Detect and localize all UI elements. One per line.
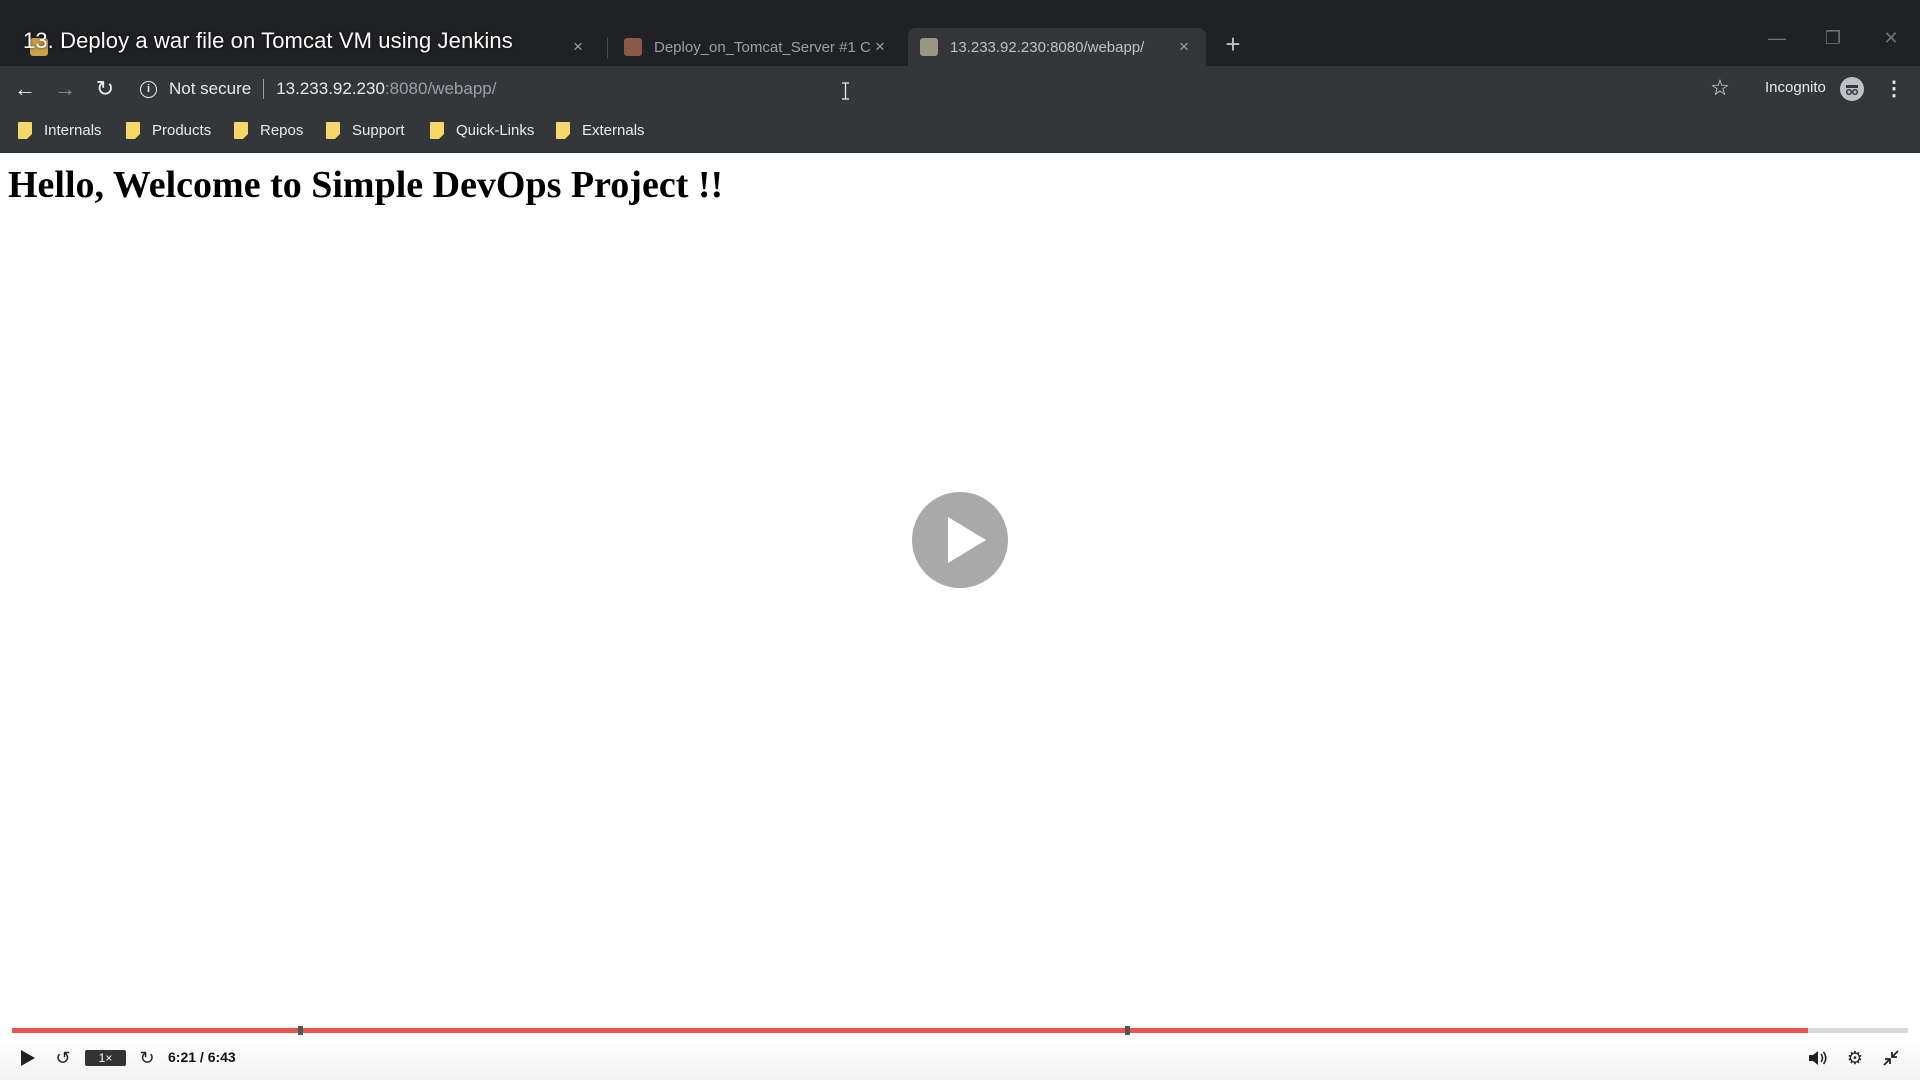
incognito-label: Incognito <box>1765 79 1826 96</box>
bookmark-label: Products <box>152 121 212 139</box>
bookmark-support[interactable]: Support <box>326 118 405 142</box>
bookmark-products[interactable]: Products <box>126 118 211 142</box>
folder-icon <box>126 121 140 139</box>
close-tab-icon[interactable]: × <box>568 37 588 57</box>
tab-separator <box>607 38 608 58</box>
bookmark-label: Externals <box>582 121 645 139</box>
reload-icon[interactable]: ↻ <box>90 75 120 103</box>
volume-icon[interactable] <box>1805 1045 1831 1071</box>
close-tab-icon[interactable]: × <box>1174 37 1194 57</box>
url-host: 13.233.92.230 <box>276 79 385 98</box>
big-play-button[interactable] <box>912 492 1008 588</box>
jenkins-icon <box>624 38 642 56</box>
folder-icon <box>430 121 444 139</box>
new-tab-button[interactable]: + <box>1219 30 1247 58</box>
tab-deploy-on-tomcat[interactable]: Deploy_on_Tomcat_Server #1 Co × <box>612 28 902 66</box>
incognito-icon[interactable] <box>1840 77 1864 101</box>
chapter-marker[interactable] <box>298 1026 304 1035</box>
playback-speed-button[interactable]: 1× <box>85 1050 126 1066</box>
forward-icon[interactable]: ↻ <box>134 1045 160 1071</box>
bookmark-star-icon[interactable]: ☆ <box>1708 76 1732 100</box>
browser-tab-strip: × Deploy_on_Tomcat_Server #1 Co × 13.233… <box>0 0 1920 66</box>
player-control-bar <box>0 1040 1920 1080</box>
bookmark-internals[interactable]: Internals <box>18 118 102 142</box>
restore-icon[interactable]: ❐ <box>1813 26 1853 50</box>
exit-fullscreen-icon[interactable] <box>1878 1045 1904 1071</box>
bookmark-repos[interactable]: Repos <box>234 118 303 142</box>
bookmark-label: Repos <box>260 121 304 139</box>
omnibox-divider <box>263 79 265 99</box>
close-window-icon[interactable]: ✕ <box>1871 26 1911 50</box>
video-title: 13. Deploy a war file on Tomcat VM using… <box>23 28 513 53</box>
tab-title: 13.233.92.230:8080/webapp/ <box>950 38 1145 56</box>
url-path: :8080/webapp/ <box>384 79 497 98</box>
time-display: 6:21 / 6:43 <box>168 1049 236 1065</box>
forward-arrow-icon[interactable]: → <box>50 75 80 103</box>
play-icon[interactable] <box>14 1045 40 1071</box>
settings-gear-icon[interactable]: ⚙ <box>1842 1045 1868 1071</box>
text-cursor-icon <box>842 82 849 100</box>
bookmark-label: Quick-Links <box>456 121 535 139</box>
minimize-icon[interactable]: — <box>1757 26 1797 50</box>
address-bar[interactable]: i Not secure 13.233.92.230:8080/webapp/ <box>140 74 496 104</box>
folder-icon <box>234 121 248 139</box>
bookmark-label: Internals <box>44 121 102 139</box>
folder-icon <box>18 121 32 139</box>
tab-webapp[interactable]: 13.233.92.230:8080/webapp/ × <box>908 28 1206 66</box>
close-tab-icon[interactable]: × <box>870 37 890 57</box>
bookmark-quick-links[interactable]: Quick-Links <box>430 118 534 142</box>
page-icon <box>920 38 938 56</box>
bookmark-label: Support <box>352 121 405 139</box>
back-arrow-icon[interactable]: ← <box>10 75 40 103</box>
info-icon[interactable]: i <box>140 80 157 98</box>
browser-menu-icon[interactable]: ⋮ <box>1882 75 1906 103</box>
bookmark-externals[interactable]: Externals <box>556 118 645 142</box>
video-player-viewport: × Deploy_on_Tomcat_Server #1 Co × 13.233… <box>0 0 1920 1080</box>
webpage-content: Hello, Welcome to Simple DevOps Project … <box>0 153 1920 1080</box>
folder-icon <box>556 121 570 139</box>
tab-title: Deploy_on_Tomcat_Server #1 Co <box>654 38 870 56</box>
page-heading: Hello, Welcome to Simple DevOps Project … <box>8 164 724 206</box>
rewind-icon[interactable]: ↺ <box>50 1045 76 1071</box>
folder-icon <box>326 121 340 139</box>
progress-fill <box>12 1028 1808 1033</box>
progress-bar[interactable] <box>12 1026 1908 1035</box>
chapter-marker[interactable] <box>1124 1026 1130 1035</box>
play-icon <box>948 517 986 563</box>
security-label: Not secure <box>169 79 252 98</box>
